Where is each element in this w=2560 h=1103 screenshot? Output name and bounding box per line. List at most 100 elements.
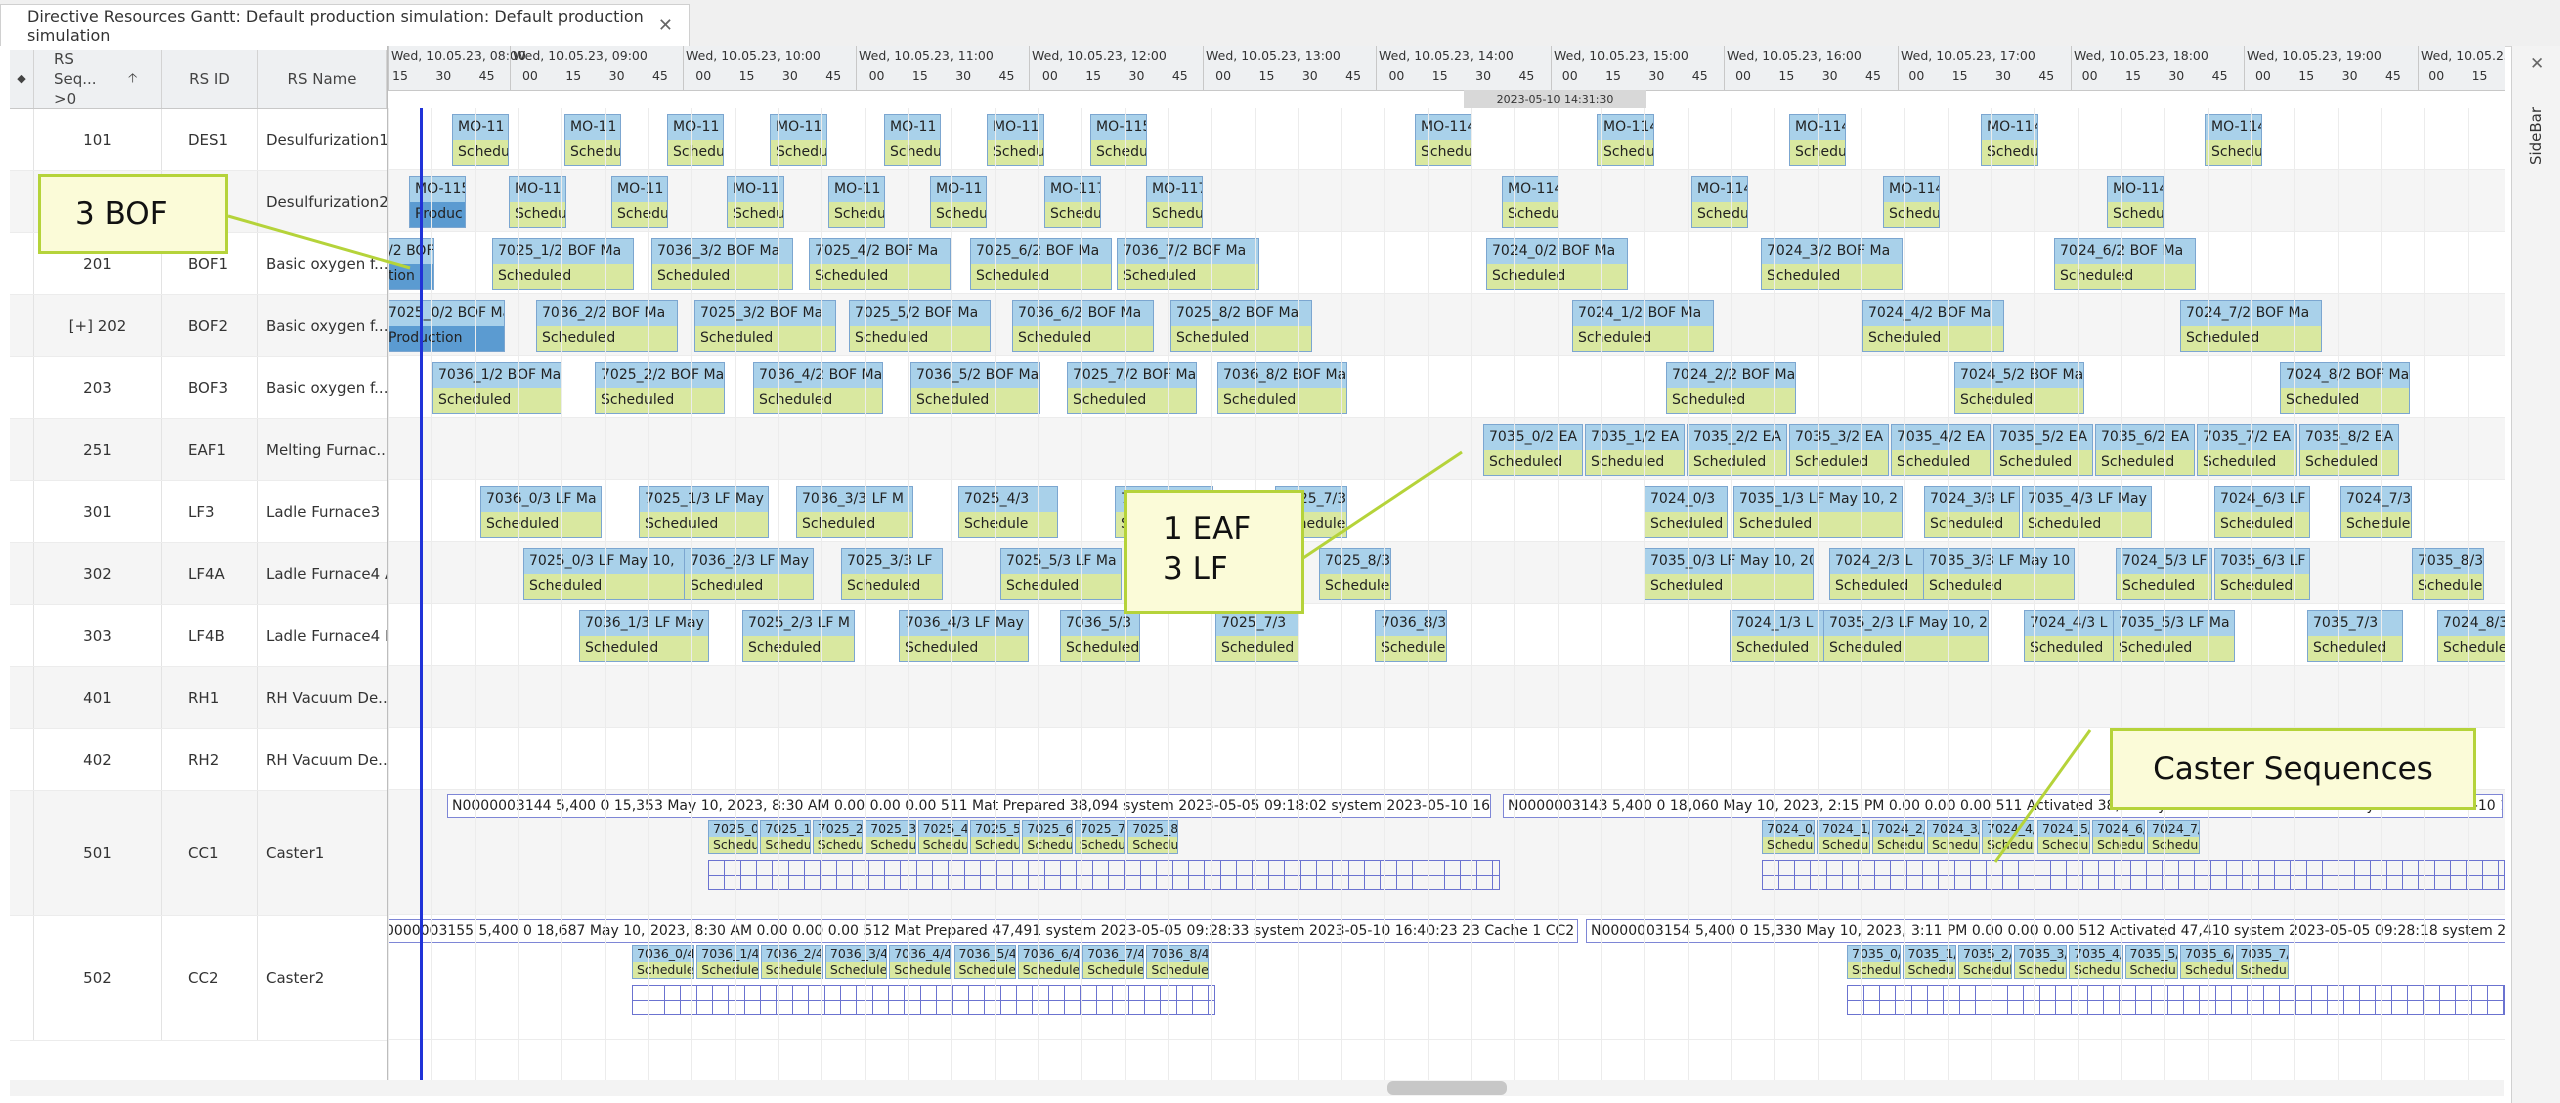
desulfurization-task[interactable]: MO-114 Schedu: [2205, 114, 2262, 166]
eaf-heat-task[interactable]: 7035_4/2 EA Scheduled: [1891, 424, 1991, 476]
lf-heat-task[interactable]: 7035_3/3 LF May 10 Scheduled: [1923, 548, 2075, 600]
bof-heat-task[interactable]: 7025_3/2 BOF Ma Scheduled: [694, 300, 836, 352]
eaf-heat-task[interactable]: 7035_7/2 EA Scheduled: [2197, 424, 2297, 476]
lf-heat-task[interactable]: 7024_4/3 L Scheduled: [2024, 610, 2120, 662]
desulfurization-task[interactable]: MO-117 Schedu: [1044, 176, 1101, 228]
desulfurization-task[interactable]: MO-11 Schedu: [564, 114, 621, 166]
bof-heat-task[interactable]: 7036_4/2 BOF Ma Scheduled: [753, 362, 883, 414]
lf-heat-task[interactable]: 7036_5/3 Scheduled: [1060, 610, 1140, 662]
lf-heat-task[interactable]: 7025_7/3Scheduled: [1275, 486, 1347, 538]
caster-sequence-bar[interactable]: 0000003155 5,400 0 18,687 May 10, 2023, …: [388, 919, 1578, 943]
table-row[interactable]: 201 BOF1 Basic oxygen f...: [10, 233, 387, 295]
table-row[interactable]: [+] 202 BOF2 Basic oxygen f...: [10, 295, 387, 357]
cast-bar[interactable]: 7025_0/4Scheduled: [708, 820, 759, 854]
bof-heat-task[interactable]: 7036_6/2 BOF Ma Scheduled: [1012, 300, 1154, 352]
desulfurization-task[interactable]: MO-11 Schedu: [930, 176, 987, 228]
lf-heat-task[interactable]: 7025_3/3 LF Scheduled: [841, 548, 943, 600]
table-row[interactable]: 301 LF3 Ladle Furnace3: [10, 481, 387, 543]
desulfurization-task[interactable]: MO-117 Schedu: [1146, 176, 1203, 228]
sort-ascending-icon[interactable]: 🡡: [128, 69, 137, 89]
lf-heat-task[interactable]: 7036_8/3 Schedule: [1375, 610, 1447, 662]
lf-heat-task[interactable]: 7025_1/3 LF May Scheduled: [639, 486, 769, 538]
cast-bar[interactable]: 7024_7/4Scheduled: [2147, 820, 2200, 854]
lf-heat-task[interactable]: 7035_8/3 Schedule: [2412, 548, 2484, 600]
cast-bar[interactable]: 7036_0/4_CCScheduled: [632, 945, 695, 979]
cast-bar[interactable]: 7036_4/4_CCScheduled: [889, 945, 952, 979]
desulfurization-task[interactable]: MO-115 Produc: [409, 176, 466, 228]
tab-directive-resources-gantt[interactable]: Directive Resources Gantt: Default produ…: [0, 4, 690, 46]
bof-heat-task[interactable]: 7036_2/2 BOF Ma Scheduled: [536, 300, 678, 352]
cast-bar[interactable]: 7024_1/4_CScheduled: [1817, 820, 1870, 854]
eaf-heat-task[interactable]: 7035_1/2 EA Scheduled: [1585, 424, 1685, 476]
cast-bar[interactable]: 7024_4/4_CCScheduled: [1982, 820, 2035, 854]
cast-bar[interactable]: 7036_6/4_CCScheduled: [1017, 945, 1081, 979]
cast-bar[interactable]: 7036_3/4_CCScheduled: [824, 945, 888, 979]
cast-bar[interactable]: 7036_7/4_CCScheduled: [1082, 945, 1145, 979]
cast-bar[interactable]: 7036_1/4_CCScheduled: [696, 945, 759, 979]
table-row[interactable]: 251 EAF1 Melting Furnac...: [10, 419, 387, 481]
bof-heat-task[interactable]: 7024_4/2 BOF MaScheduled: [1862, 300, 2004, 352]
eaf-heat-task[interactable]: 7035_3/2 EA Scheduled: [1789, 424, 1889, 476]
cast-bar[interactable]: 7035_3/4Scheduled: [2013, 945, 2067, 979]
cast-bar[interactable]: 7024_3/4_CScheduled: [1927, 820, 1980, 854]
gantt-horizontal-scrollbar[interactable]: [387, 1080, 2504, 1096]
bof-heat-task[interactable]: /2 BOF Mation: [388, 238, 434, 290]
cast-bar[interactable]: 7036_2/4_CScheduled: [760, 945, 823, 979]
lf-heat-task[interactable]: 7024_6/3 LF Scheduled: [2214, 486, 2310, 538]
pin-column-header[interactable]: ◆: [10, 50, 34, 108]
cast-bar[interactable]: 7024_6/4_CScheduled: [2092, 820, 2145, 854]
lf-heat-task[interactable]: 7024_8/3 Schedule: [2437, 610, 2505, 662]
desulfurization-task[interactable]: MO-114 Schedu: [1502, 176, 1559, 228]
lf-heat-task[interactable]: 7035_5/3 LF Ma Scheduled: [2113, 610, 2235, 662]
bof-heat-task[interactable]: 7036_3/2 BOF Ma Scheduled: [651, 238, 793, 290]
lf-heat-task[interactable]: 7025_4/3 Schedule: [958, 486, 1058, 538]
lf-heat-task[interactable]: 7024_1/3 L Scheduled: [1730, 610, 1826, 662]
lf-heat-task[interactable]: 7036_1/3 LF May Scheduled: [579, 610, 709, 662]
bof-heat-task[interactable]: 7024_0/2 BOF Ma Scheduled: [1486, 238, 1628, 290]
cast-bar[interactable]: 7024_5/4_CCScheduled: [2037, 820, 2090, 854]
lf-heat-task[interactable]: 7025_7/3Scheduled: [1215, 610, 1299, 662]
sidebar-toggle[interactable]: SideBar: [2522, 86, 2550, 186]
lf-heat-task[interactable]: 7035_2/3 LF May 10, 2 Scheduled: [1823, 610, 1989, 662]
desulfurization-task[interactable]: MO-11 Schedu: [667, 114, 724, 166]
bof-heat-task[interactable]: 7025_0/2 BOF Ma Production: [388, 300, 505, 352]
lf-heat-task[interactable]: 7025_8/3 Schedule: [1319, 548, 1391, 600]
bof-heat-task[interactable]: 7025_1/2 BOF Ma Scheduled: [492, 238, 634, 290]
cast-bar[interactable]: 7024_2/4_CScheduled: [1872, 820, 1925, 854]
cast-bar[interactable]: 7036_8/4_CCScheduled: [1146, 945, 1209, 979]
gantt-chart[interactable]: Wed, 10.05.23, 08:00 Wed, 10.05.23, 09:00…: [387, 46, 2505, 1080]
lf-heat-task[interactable]: 7024_7/3 Schedule: [2340, 486, 2412, 538]
bof-heat-task[interactable]: 7025_8/2 BOF Ma Scheduled: [1170, 300, 1312, 352]
table-horizontal-scrollbar[interactable]: [10, 1080, 387, 1096]
table-row[interactable]: 502 CC2 Caster2: [10, 916, 387, 1041]
cast-bar[interactable]: 7025_1/4Scheduled: [760, 820, 811, 854]
cast-bar[interactable]: 7024_0/4_CScheduled: [1762, 820, 1815, 854]
eaf-heat-task[interactable]: 7035_2/2 EA Scheduled: [1687, 424, 1787, 476]
cast-bar[interactable]: 7035_6/4Scheduled: [2180, 945, 2234, 979]
eaf-heat-task[interactable]: 7035_6/2 EA Scheduled: [2095, 424, 2195, 476]
lf-heat-task[interactable]: 7036_0/3 LF Ma Scheduled: [480, 486, 602, 538]
lf-heat-task[interactable]: 7025_0/3 LF May 10, Scheduled: [523, 548, 685, 600]
cast-bar[interactable]: 7025_6/4Scheduled: [1022, 820, 1073, 854]
scrollbar-thumb[interactable]: [1387, 1081, 1507, 1095]
cast-bar[interactable]: 7035_0/4Scheduled: [1847, 945, 1901, 979]
desulfurization-task[interactable]: MO-114 Schedu: [1883, 176, 1940, 228]
caster-sequence-bar[interactable]: N0000003154 5,400 0 15,330 May 10, 2023,…: [1586, 919, 2505, 943]
bof-heat-task[interactable]: 7036_7/2 BOF Ma Scheduled: [1117, 238, 1259, 290]
lf-heat-task[interactable]: 7035_0/3 LF May 10, 20Scheduled: [1644, 548, 1814, 600]
bof-heat-task[interactable]: 7024_6/2 BOF Ma Scheduled: [2054, 238, 2196, 290]
cast-bar[interactable]: 7035_5/4Scheduled: [2124, 945, 2178, 979]
bof-heat-task[interactable]: 7024_5/2 BOF Ma Scheduled: [1954, 362, 2084, 414]
cast-bar[interactable]: 7035_7/4Scheduled: [2235, 945, 2289, 979]
column-header-rs-name[interactable]: RS Name: [258, 50, 387, 108]
desulfurization-task[interactable]: MO-114 Schedu: [1415, 114, 1472, 166]
bof-heat-task[interactable]: 7025_4/2 BOF Ma Scheduled: [809, 238, 951, 290]
table-row[interactable]: 402 RH2 RH Vacuum De...: [10, 729, 387, 791]
lf-heat-task[interactable]: 7036_4/3 LF May Scheduled: [899, 610, 1029, 662]
lf-heat-task[interactable]: 7036_2/3 LF May Scheduled: [684, 548, 814, 600]
table-row[interactable]: 501 CC1 Caster1: [10, 791, 387, 916]
bof-heat-task[interactable]: 7036_5/2 BOF Ma Scheduled: [910, 362, 1040, 414]
bof-heat-task[interactable]: 7025_6/2 BOF Ma Scheduled: [970, 238, 1112, 290]
lf-heat-task[interactable]: 7035_4/3 LF May Scheduled: [2022, 486, 2152, 538]
eaf-heat-task[interactable]: 7035_8/2 EA Scheduled: [2299, 424, 2399, 476]
